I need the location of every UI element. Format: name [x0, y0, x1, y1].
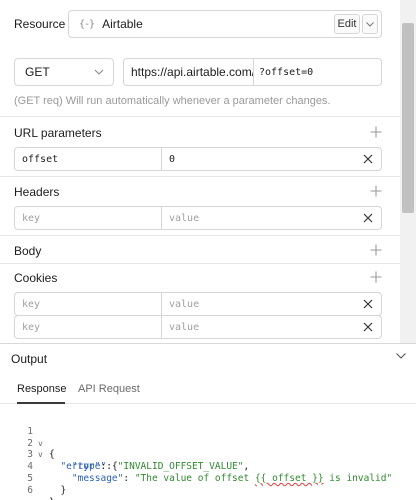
cookies-title: Cookies [14, 271, 58, 285]
active-tab-indicator [17, 402, 65, 404]
chevron-down-icon [366, 21, 374, 27]
edit-resource-button[interactable]: Edit [334, 14, 360, 34]
output-title: Output [11, 352, 48, 366]
add-cookie-icon[interactable] [370, 271, 382, 283]
output-tabs: Response API Request [0, 376, 416, 404]
header-row: key value [14, 206, 382, 230]
code-line: 2 v "error": { [0, 426, 416, 473]
close-icon[interactable] [363, 213, 373, 223]
scrollbar-thumb[interactable] [402, 23, 414, 213]
param-value-field[interactable]: 0 [162, 148, 381, 170]
url-parameter-row: offset 0 [14, 147, 382, 171]
close-icon[interactable] [363, 299, 373, 309]
method-select[interactable]: GET [14, 58, 114, 86]
resource-label: Resource [14, 17, 66, 31]
code-line: 4 "message": "The value of offset {{ off… [0, 449, 416, 484]
body-title: Body [14, 244, 42, 258]
divider [0, 116, 400, 117]
headers-title: Headers [14, 185, 60, 199]
code-line: 1 v { [0, 414, 416, 461]
divider [0, 235, 400, 236]
code-line: 6 } [0, 473, 416, 500]
output-header[interactable]: Output [0, 344, 416, 370]
add-body-icon[interactable] [370, 244, 382, 256]
close-icon[interactable] [363, 322, 373, 332]
resource-dropdown-button[interactable] [362, 14, 378, 34]
add-url-parameter-icon[interactable] [370, 126, 382, 138]
cookie-value-placeholder: value [169, 298, 200, 310]
divider [0, 176, 400, 177]
run-mode-hint: (GET req) Will run automatically wheneve… [14, 95, 331, 107]
code-text: } [49, 497, 55, 500]
url-parameters-title: URL parameters [14, 126, 102, 140]
url-input[interactable]: https://api.airtable.com/v ?offset=0 [123, 58, 382, 86]
divider [0, 263, 400, 264]
url-query-field[interactable]: ?offset=0 [254, 67, 313, 78]
cookie-value-field[interactable]: value [162, 293, 381, 315]
close-icon[interactable] [363, 154, 373, 164]
resource-select[interactable]: {-} Airtable Edit [68, 10, 382, 38]
resource-name: Airtable [102, 17, 143, 31]
cookie-row: key value [14, 315, 382, 339]
line-number: 6 [27, 484, 33, 496]
braces-icon: {-} [79, 18, 95, 30]
query-editor-panel: Resource {-} Airtable Edit GET https://a… [0, 0, 400, 343]
cookie-value-placeholder: value [169, 321, 200, 333]
header-value-field[interactable]: value [162, 207, 381, 229]
cookie-value-field[interactable]: value [162, 316, 381, 338]
cookie-key-field[interactable]: key [15, 316, 162, 338]
response-code-viewer[interactable]: 1 v { 2 v "error": { 3 "type": "INVALID_… [0, 414, 416, 500]
code-text: } [49, 484, 67, 496]
chevron-down-icon[interactable] [396, 353, 406, 359]
code-line: 3 "type": "INVALID_OFFSET_VALUE", [0, 438, 416, 472]
param-key-field[interactable]: offset [15, 148, 162, 170]
chevron-down-icon [94, 69, 104, 75]
method-value: GET [25, 65, 50, 79]
header-key-field[interactable]: key [15, 207, 162, 229]
resource-row: Resource {-} Airtable Edit [14, 10, 382, 38]
cookie-key-field[interactable]: key [15, 293, 162, 315]
add-header-icon[interactable] [370, 185, 382, 197]
tab-response[interactable]: Response [17, 383, 67, 395]
param-value-text: 0 [169, 153, 176, 165]
tab-api-request[interactable]: API Request [78, 383, 140, 395]
header-value-placeholder: value [169, 212, 200, 224]
code-line: 5 } [0, 461, 416, 496]
url-base-field[interactable]: https://api.airtable.com/v [124, 59, 254, 85]
request-url-row: GET https://api.airtable.com/v ?offset=0 [14, 58, 382, 86]
cookie-row: key value [14, 292, 382, 316]
